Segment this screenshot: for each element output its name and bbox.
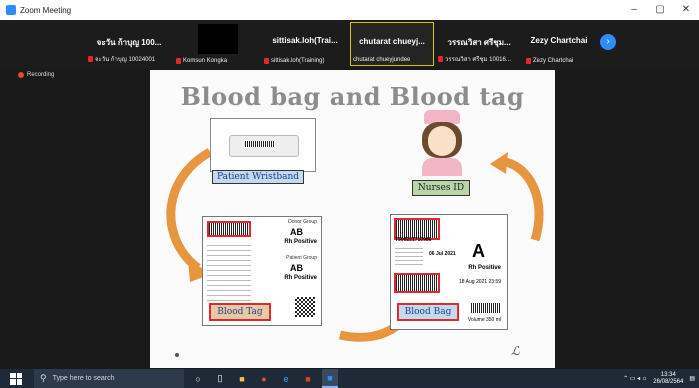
participant-tile[interactable]: จะวัน ก้าบุญ 100... จะวัน ก้าบุญ 1002400… xyxy=(86,22,172,66)
taskbar-search[interactable]: ⚲ Type here to search xyxy=(34,369,184,388)
participant-sub: จะวัน ก้าบุญ 10024001 xyxy=(95,57,156,63)
search-placeholder: Type here to search xyxy=(52,375,115,382)
windows-taskbar: ⚲ Type here to search ○ ▯ ■ ● e ■ ■ ⌃ ▭ … xyxy=(0,369,699,388)
zoom-taskbar-icon[interactable]: ■ xyxy=(322,369,338,388)
blood-tag-card: Donor Group AB Rh Positive Patient Group… xyxy=(202,216,322,326)
window-controls: – ▢ ✕ xyxy=(621,0,699,20)
powerpoint-icon[interactable]: ■ xyxy=(300,369,316,388)
notifications-icon[interactable]: ▤ xyxy=(689,375,695,382)
participant-tile[interactable]: Zezy Chartchai Zezy Chartchai xyxy=(524,22,594,66)
task-view-icon[interactable]: ▯ xyxy=(212,369,228,388)
cortana-icon[interactable]: ○ xyxy=(190,369,206,388)
window-title: Zoom Meeting xyxy=(20,5,72,15)
muted-mic-icon xyxy=(526,58,531,64)
participant-strip: จะวัน ก้าบุญ 100... จะวัน ก้าบุญ 1002400… xyxy=(0,20,699,68)
tray-icons[interactable]: ⌃ ▭ ◂ ☼ xyxy=(623,375,647,382)
participant-name: Zezy Chartchai xyxy=(530,36,588,45)
next-page-button[interactable]: › xyxy=(600,34,616,50)
muted-mic-icon xyxy=(438,56,443,62)
participant-name: sittisak.loh(Trai... xyxy=(272,36,338,45)
search-icon: ⚲ xyxy=(40,373,47,383)
start-icon[interactable] xyxy=(10,372,22,385)
participant-sub: Komsun Kongka xyxy=(183,58,228,64)
clock[interactable]: 13:34 26/08/2564 xyxy=(653,372,683,386)
signature-logo: ℒ xyxy=(511,344,520,358)
zoom-icon xyxy=(6,5,16,15)
blood-bag-label: Blood Bag xyxy=(397,303,459,321)
participant-tile[interactable]: sittisak.loh(Trai... sittisak.loh(Traini… xyxy=(262,22,348,66)
edge-icon[interactable]: e xyxy=(278,369,294,388)
minimize-icon[interactable]: – xyxy=(621,0,647,20)
recording-label: Recording xyxy=(27,72,55,78)
participant-tile-active[interactable]: chutarat chueyj... chutarat chueyjundee xyxy=(350,22,434,66)
patient-wristband-label: Patient Wristband xyxy=(212,170,304,184)
nurses-id-label: Nurses ID xyxy=(412,180,470,196)
chrome-icon[interactable]: ● xyxy=(256,369,272,388)
participant-sub: sittisak.loh(Training) xyxy=(271,58,325,64)
participant-sub: วรรณวิสา ศรีชุม 10016... xyxy=(445,57,511,63)
file-explorer-icon[interactable]: ■ xyxy=(234,369,250,388)
blood-tag-label: Blood Tag xyxy=(209,303,271,321)
muted-mic-icon xyxy=(264,58,269,64)
title-bar: Zoom Meeting – ▢ ✕ xyxy=(0,0,699,20)
close-icon[interactable]: ✕ xyxy=(673,0,699,20)
record-icon xyxy=(18,72,24,78)
participant-name: chutarat chueyj... xyxy=(359,37,425,46)
arrow-right-head xyxy=(490,152,508,174)
shared-slide: Blood bag and Blood tag Patient Wristban… xyxy=(150,70,555,368)
participant-name: วรรณวิสา ศรีชุม... xyxy=(447,38,511,47)
muted-mic-icon xyxy=(88,56,93,62)
slide-dot xyxy=(175,353,179,357)
participant-tile[interactable]: วรรณวิสา ศรีชุม... วรรณวิสา ศรีชุม 10016… xyxy=(436,22,522,66)
participant-sub: chutarat chueyjundee xyxy=(353,57,411,63)
recording-indicator: Recording xyxy=(18,72,54,78)
nurse-illustration xyxy=(412,106,472,176)
wristband-image xyxy=(210,118,316,172)
participant-sub: Zezy Chartchai xyxy=(533,58,574,64)
maximize-icon[interactable]: ▢ xyxy=(647,0,673,20)
blood-bag-card: T500221710986 06 Jul 2021 A Rh Positive … xyxy=(390,214,508,330)
video-off xyxy=(198,24,238,54)
participant-tile[interactable]: Komsun Kongka xyxy=(174,22,260,66)
participant-name: จะวัน ก้าบุญ 100... xyxy=(96,38,162,47)
system-tray: ⌃ ▭ ◂ ☼ 13:34 26/08/2564 ▤ xyxy=(623,369,695,388)
muted-mic-icon xyxy=(176,58,181,64)
